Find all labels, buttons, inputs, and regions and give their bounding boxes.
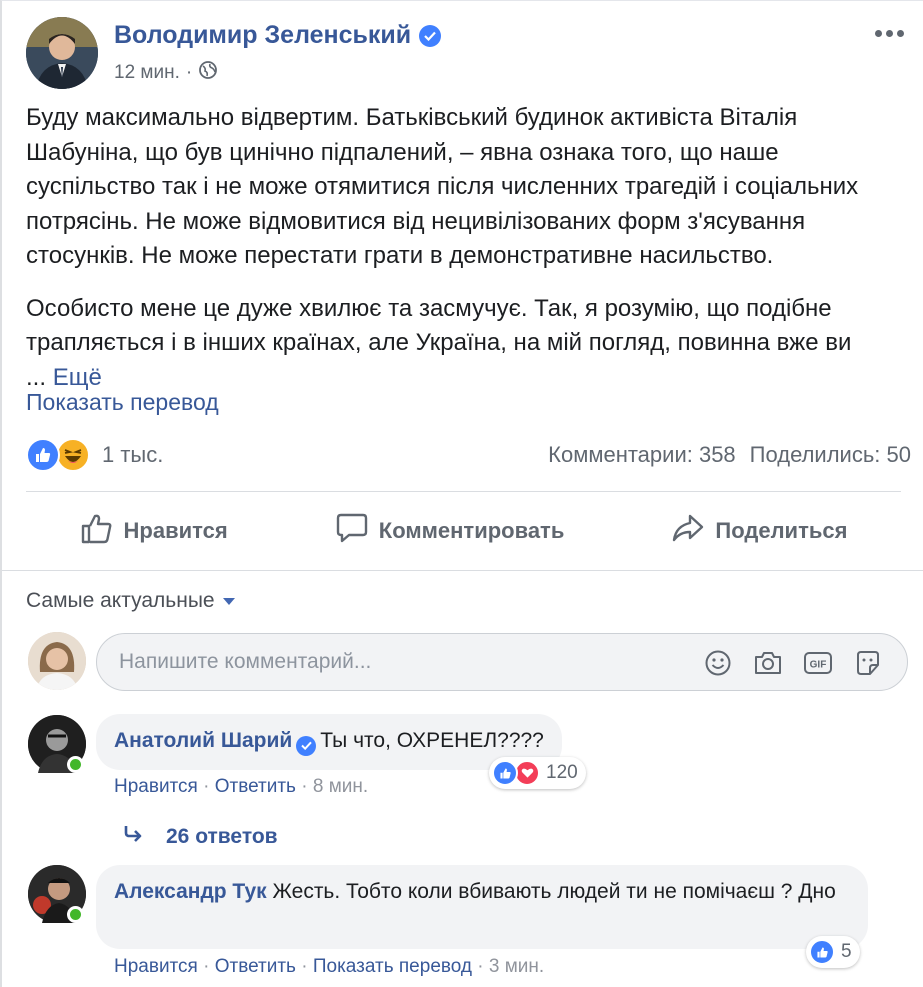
see-more-link[interactable]: Ещё (53, 364, 102, 391)
author-name[interactable]: Володимир Зеленський (114, 21, 442, 50)
online-indicator (67, 906, 84, 923)
comment-sort-dropdown[interactable]: Самые актуальные (26, 589, 235, 613)
caret-down-icon (222, 597, 235, 605)
like-reaction-icon (809, 939, 835, 965)
comment-meta: Нравится · Ответить · 8 мин. (114, 776, 369, 797)
ellipsis: ... (26, 363, 47, 391)
post-body: Буду максимально відвертим. Батьківський… (26, 101, 911, 413)
comment-input[interactable] (119, 650, 679, 674)
svg-text:GIF: GIF (810, 660, 827, 671)
emoji-icon[interactable] (703, 648, 733, 678)
share-arrow-icon (671, 512, 705, 550)
more-options-icon[interactable] (869, 23, 909, 43)
author-name-text[interactable]: Володимир Зеленський (114, 21, 411, 50)
verified-badge-icon (419, 24, 442, 47)
post-actions: Нравится Комментировать Поделиться (26, 492, 901, 570)
post-time[interactable]: 12 мин. (114, 62, 180, 84)
post-card: Володимир Зеленський 12 мин. · Буду макс… (0, 0, 923, 987)
like-button-label: Нравится (123, 518, 228, 543)
verified-badge-icon (296, 735, 317, 756)
sticker-icon[interactable] (853, 648, 883, 678)
author-avatar[interactable] (26, 17, 98, 89)
like-button[interactable]: Нравится (80, 512, 228, 550)
shares-count[interactable]: Поделились: 50 (750, 442, 911, 468)
globe-icon (198, 60, 218, 86)
online-indicator (67, 756, 84, 773)
view-replies-link[interactable]: 26 ответов (122, 824, 278, 850)
comment-like-link[interactable]: Нравится (114, 956, 198, 977)
speech-bubble-icon (335, 512, 369, 550)
comment-reactions[interactable]: 5 (806, 936, 860, 968)
comment-meta: Нравится · Ответить · Показать перевод ·… (114, 956, 545, 977)
current-user-avatar[interactable] (28, 632, 86, 690)
comment-bubble: Александр Тук Жесть. Тобто коли вбивають… (96, 865, 868, 949)
camera-icon[interactable] (753, 648, 783, 678)
commenter-name[interactable]: Александр Тук (114, 880, 267, 903)
meta-separator: · (185, 62, 193, 83)
thumbs-up-icon (80, 512, 114, 550)
show-translation-link[interactable]: Показать перевод (26, 389, 219, 416)
comment-reactions[interactable]: 120 (489, 757, 586, 789)
comments-count[interactable]: Комментарии: 358 (548, 442, 736, 468)
input-icons: GIF (703, 648, 883, 678)
comment-time[interactable]: 8 мин. (313, 776, 368, 797)
sort-label: Самые актуальные (26, 589, 215, 612)
post-paragraph-2: Особисто мене це дуже хвилює та засмучує… (26, 292, 911, 396)
comment-reaction-count: 120 (546, 762, 578, 783)
comment-like-link[interactable]: Нравится (114, 776, 198, 797)
reaction-icons[interactable] (26, 438, 90, 472)
like-reaction-icon (492, 760, 518, 786)
post-stats: Комментарии: 358 Поделились: 50 (548, 442, 911, 468)
share-button[interactable]: Поделиться (671, 512, 847, 550)
comment-text: Жесть. Тобто коли вбивають людей ти не п… (272, 880, 836, 903)
reactions-summary: 1 тыс. Комментарии: 358 Поделились: 50 (26, 435, 911, 475)
reaction-count[interactable]: 1 тыс. (102, 442, 163, 468)
divider (2, 570, 923, 571)
comment-translate-link[interactable]: Показать перевод (313, 956, 472, 977)
comment-reply-link[interactable]: Ответить (215, 956, 296, 977)
comment-reply-link[interactable]: Ответить (215, 776, 296, 797)
comment-text: Ты что, ОХРЕНЕЛ???? (320, 729, 544, 752)
comment-time[interactable]: 3 мин. (489, 956, 544, 977)
post-paragraph-2-text: Особисто мене це дуже хвилює та засмучує… (26, 294, 852, 357)
comment-button-label: Комментировать (378, 518, 565, 543)
reply-arrow-icon (122, 824, 144, 850)
comment-button[interactable]: Комментировать (335, 512, 565, 550)
haha-reaction-icon (56, 438, 90, 472)
comment-reaction-count: 5 (841, 941, 852, 962)
replies-count: 26 ответов (166, 825, 278, 848)
gif-icon[interactable]: GIF (803, 648, 833, 678)
post-meta: 12 мин. · (114, 60, 218, 86)
commenter-name[interactable]: Анатолий Шарий (114, 729, 292, 752)
post-paragraph-1: Буду максимально відвертим. Батьківський… (26, 104, 859, 269)
like-reaction-icon (26, 438, 60, 472)
share-button-label: Поделиться (715, 518, 848, 543)
comment-input-box[interactable]: GIF (96, 633, 908, 691)
